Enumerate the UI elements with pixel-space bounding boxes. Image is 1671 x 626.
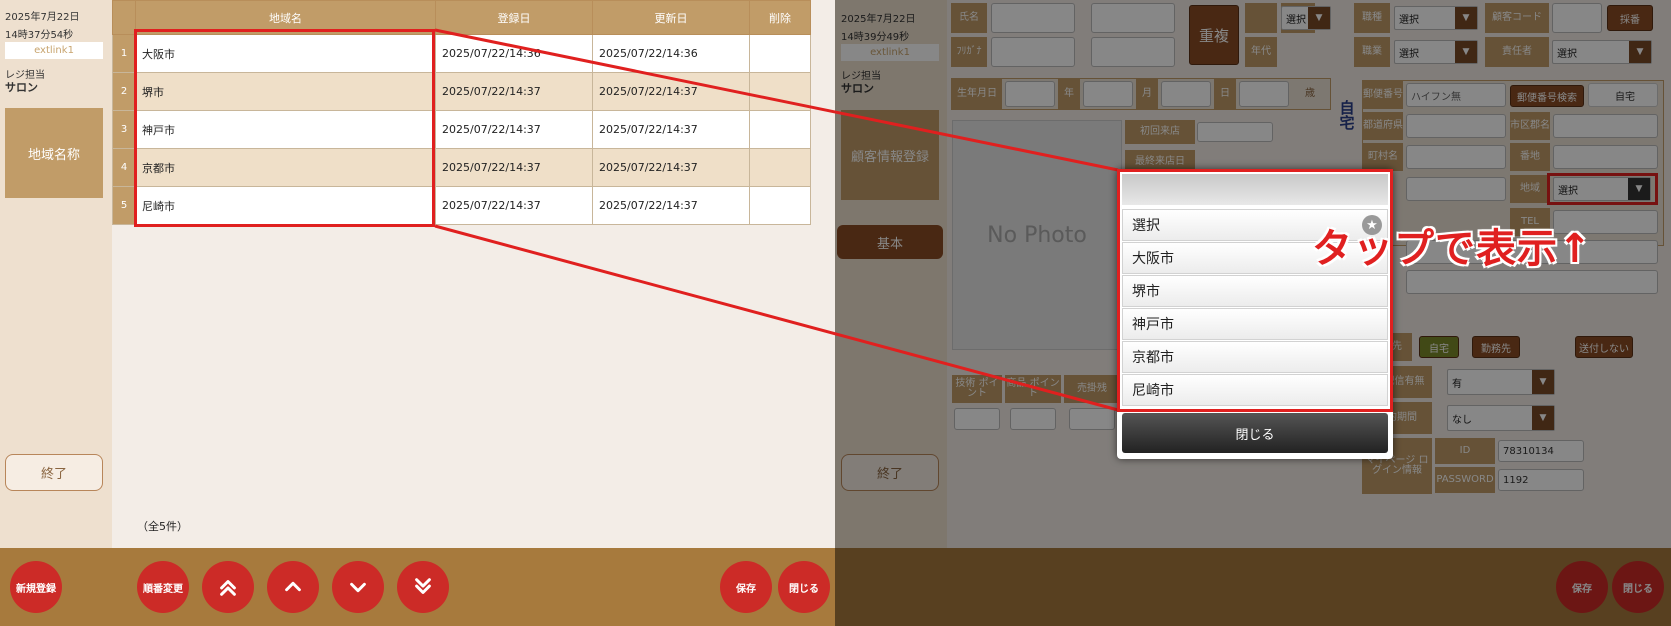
staff-label: レジ担当 (5, 70, 45, 81)
created-date: 2025/07/22/14:37 (435, 148, 593, 187)
updated-date: 2025/07/22/14:37 (592, 72, 750, 111)
row-num: 3 (112, 110, 136, 149)
row-num: 4 (112, 148, 136, 187)
left-sidebar: 2025年7月22日 14時37分54秒 extlink1 レジ担当 サロン 地… (0, 0, 112, 548)
tap-to-show-callout: タップで表示↑ (1312, 226, 1593, 272)
close-button[interactable]: 閉じる (778, 561, 830, 613)
delete-cell[interactable] (749, 186, 811, 225)
row-num: 5 (112, 186, 136, 225)
save-button[interactable]: 保存 (720, 561, 772, 613)
double-chevron-up-icon (220, 580, 236, 596)
staff-name: サロン (5, 81, 38, 94)
delete-cell[interactable] (749, 72, 811, 111)
move-bottom-button[interactable] (397, 561, 449, 613)
created-date: 2025/07/22/14:37 (435, 110, 593, 149)
extlink-label: extlink1 (5, 42, 103, 59)
col-updated: 更新日 (592, 0, 750, 35)
end-button[interactable]: 終了 (5, 454, 103, 491)
updated-date: 2025/07/22/14:36 (592, 34, 750, 73)
record-count: （全5件） (137, 520, 188, 533)
updated-date: 2025/07/22/14:37 (592, 148, 750, 187)
move-top-button[interactable] (202, 561, 254, 613)
region-list-screen: 2025年7月22日 14時37分54秒 extlink1 レジ担当 サロン 地… (0, 0, 835, 626)
row-num: 2 (112, 72, 136, 111)
updated-date: 2025/07/22/14:37 (592, 110, 750, 149)
col-num (112, 0, 136, 35)
modal-close-button[interactable]: 閉じる (1122, 413, 1388, 453)
created-date: 2025/07/22/14:36 (435, 34, 593, 73)
double-chevron-down-icon (415, 578, 431, 594)
updated-date: 2025/07/22/14:37 (592, 186, 750, 225)
delete-cell[interactable] (749, 34, 811, 73)
new-register-button[interactable]: 新規登録 (10, 561, 62, 613)
move-up-button[interactable] (267, 561, 319, 613)
highlight-modal-options (1117, 169, 1393, 412)
delete-cell[interactable] (749, 110, 811, 149)
current-date: 2025年7月22日 (5, 12, 80, 23)
chevron-down-icon (350, 582, 366, 593)
highlight-region-column (134, 29, 435, 227)
col-created: 登録日 (435, 0, 593, 35)
current-time: 14時37分54秒 (5, 30, 74, 41)
staff-info: レジ担当 サロン (5, 70, 45, 94)
created-date: 2025/07/22/14:37 (435, 72, 593, 111)
col-delete: 削除 (749, 0, 811, 35)
move-down-button[interactable] (332, 561, 384, 613)
menu-region-name[interactable]: 地域名称 (5, 108, 103, 198)
reorder-button[interactable]: 順番変更 (137, 561, 189, 613)
created-date: 2025/07/22/14:37 (435, 186, 593, 225)
delete-cell[interactable] (749, 148, 811, 187)
row-num: 1 (112, 34, 136, 73)
left-bottom-bar: 新規登録 順番変更 保存 閉じる (0, 548, 835, 626)
chevron-up-icon (285, 581, 301, 592)
